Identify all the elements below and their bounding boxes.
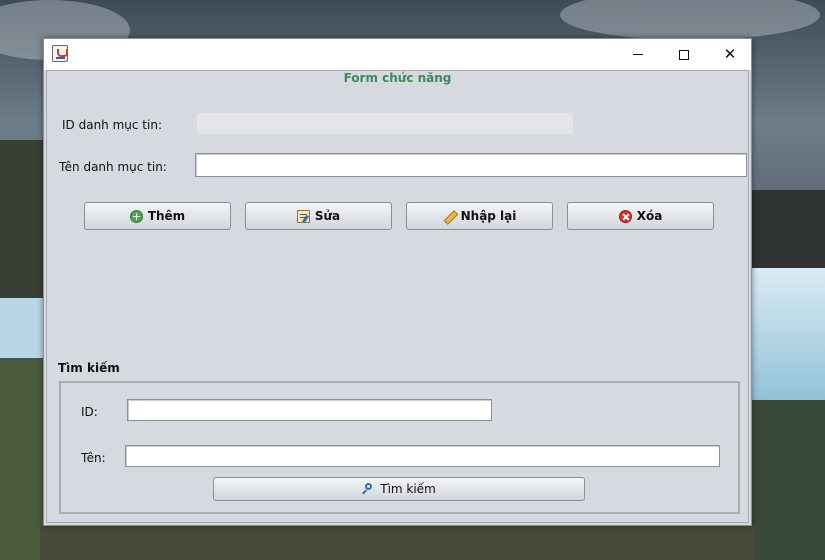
name-label: Tên danh mục tin: xyxy=(59,160,167,174)
search-name-label: Tên: xyxy=(81,451,106,465)
close-button[interactable]: ✕ xyxy=(707,39,753,70)
maximize-icon xyxy=(679,49,689,60)
edit-button[interactable]: Sửa xyxy=(245,202,392,230)
java-app-icon[interactable] xyxy=(52,45,68,62)
plus-circle-icon xyxy=(129,209,143,223)
magnifier-icon xyxy=(362,482,375,496)
pencil-icon xyxy=(443,210,456,223)
x-circle-icon xyxy=(618,209,632,223)
search-panel: ID: Tên: Tìm kiếm xyxy=(59,381,740,514)
form-title: Form chức năng xyxy=(343,71,452,85)
search-button[interactable]: Tìm kiếm xyxy=(213,477,585,501)
delete-button[interactable]: Xóa xyxy=(567,202,714,230)
search-section-title: Tìm kiếm xyxy=(58,361,120,375)
form-panel: Form chức năng ID danh mục tin: Tên danh… xyxy=(46,70,749,523)
close-icon: ✕ xyxy=(723,45,737,63)
id-label: ID danh mục tin: xyxy=(62,118,162,132)
minimize-button[interactable] xyxy=(615,39,661,70)
search-button-label: Tìm kiếm xyxy=(380,482,436,496)
id-field xyxy=(197,113,573,134)
add-button[interactable]: Thêm xyxy=(84,202,231,230)
add-button-label: Thêm xyxy=(147,209,186,223)
search-name-field[interactable] xyxy=(125,445,720,467)
delete-button-label: Xóa xyxy=(636,209,663,223)
search-id-label: ID: xyxy=(81,405,98,419)
search-id-field[interactable] xyxy=(127,399,492,421)
edit-document-icon xyxy=(296,209,310,223)
reset-button[interactable]: Nhập lại xyxy=(406,202,553,230)
reset-button-label: Nhập lại xyxy=(460,209,517,223)
name-field[interactable] xyxy=(195,153,747,177)
maximize-button[interactable] xyxy=(661,39,707,70)
minimize-icon xyxy=(633,54,643,55)
app-window: ✕ Form chức năng ID danh mục tin: Tên da… xyxy=(43,38,752,526)
title-bar[interactable]: ✕ xyxy=(44,39,751,70)
edit-button-label: Sửa xyxy=(314,209,341,223)
